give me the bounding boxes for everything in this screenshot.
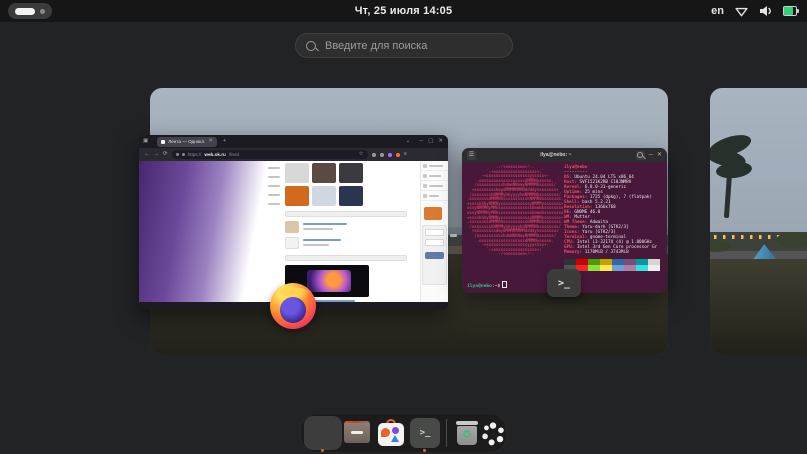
tab-title: Лента — Однокл. (168, 139, 205, 144)
url-bar: https://web.ok.ru/feed ☆ (172, 150, 368, 159)
lock-icon (182, 153, 185, 156)
firefox-window-app-icon[interactable] (270, 283, 316, 329)
firefox-nav-bar: ← → ⟳ https://web.ok.ru/feed ☆ ≡ (139, 148, 448, 161)
album-meta (303, 244, 329, 246)
firefox-view-icon: ▣ (143, 139, 148, 145)
page-gradient-panel (139, 161, 279, 302)
forward-icon: → (154, 152, 160, 158)
new-tab-icon: + (223, 139, 226, 145)
url-prefix: https:// (188, 152, 202, 157)
terminal-running-dot (423, 449, 426, 452)
back-icon: ← (144, 152, 150, 158)
search-icon (306, 41, 316, 51)
terminal-search-icon (636, 151, 645, 160)
dock-app-center-icon[interactable] (376, 418, 406, 448)
album-link (303, 239, 341, 241)
album-thumb (285, 221, 299, 233)
downloads-icon (372, 153, 376, 157)
palm-tree-silhouette (710, 128, 764, 218)
clock[interactable]: Чт, 25 июля 14:05 (0, 0, 807, 22)
keyboard-layout-indicator[interactable]: en (711, 5, 724, 17)
volume-icon (759, 5, 773, 17)
album-meta (303, 228, 333, 230)
top-bar: Чт, 25 июля 14:05 en (0, 0, 807, 22)
url-domain: web.ok.ru (204, 152, 225, 157)
dock-trash-icon[interactable]: ♻ (452, 418, 482, 448)
url-path: /feed (229, 152, 239, 157)
reload-icon: ⟳ (163, 152, 168, 158)
window-minimize-icon: ─ (419, 139, 423, 145)
photo-thumb (424, 207, 442, 220)
dock-terminal-icon[interactable]: >_ (410, 418, 440, 448)
status-area[interactable]: en (711, 0, 799, 22)
list-tabs-icon: ⌄ (406, 139, 411, 145)
account-icon (380, 153, 384, 157)
menu-icon: ≡ (404, 152, 407, 158)
search-input[interactable] (323, 39, 502, 53)
terminal-minimize-icon: ─ (649, 152, 653, 158)
workspace-thumbnail-next[interactable] (710, 88, 807, 355)
dock-show-apps-icon[interactable] (479, 420, 507, 448)
section-header (285, 255, 407, 261)
terminal-close-icon: ✕ (657, 152, 662, 158)
dock-separator (446, 419, 447, 447)
tab-favicon (161, 140, 165, 144)
wallpaper-bush (776, 232, 807, 248)
webpage-content (139, 161, 448, 302)
window-maximize-icon: ▢ (428, 139, 433, 145)
terminal-cursor (502, 281, 507, 288)
firefox-tab-bar: ▣ Лента — Однокл. ✕ + ⌄ ─ ▢ ✕ (139, 135, 448, 148)
dock-firefox-highlight (304, 416, 342, 450)
network-icon (734, 5, 749, 18)
terminal-prompt: ilya@nebo:~$ (467, 281, 507, 289)
browser-tab: Лента — Однокл. ✕ (157, 137, 217, 147)
terminal-title: ilya@nebo: ~ (480, 152, 632, 158)
form-box (422, 225, 447, 285)
terminal-color-palette (564, 259, 660, 271)
extension-orange-icon (396, 153, 400, 157)
neofetch-info: ilya@nebo --------- OSUbuntu 24.04 LTS x… (564, 165, 664, 255)
terminal-header-bar: ☰ ilya@nebo: ~ ─ ✕ (462, 148, 667, 162)
search-bar[interactable] (295, 33, 513, 58)
album-link (303, 223, 347, 225)
section-header (285, 211, 407, 217)
window-close-icon: ✕ (438, 139, 443, 145)
firefox-running-dot (321, 449, 324, 452)
album-thumb (285, 237, 299, 249)
page-side-menu (268, 167, 280, 205)
avatar-grid (285, 163, 363, 206)
shield-icon (176, 153, 179, 156)
page-right-column (420, 161, 448, 302)
wallpaper-boat (450, 234, 457, 237)
terminal-window-app-icon[interactable]: >_ (547, 269, 581, 297)
extension-purple-icon (388, 153, 392, 157)
tab-close-icon: ✕ (208, 139, 213, 145)
neofetch-info-list: OSUbuntu 24.04 LTS x86_64 HostSVF1521K2R… (564, 175, 664, 255)
bookmark-star-icon: ☆ (359, 152, 364, 158)
terminal-menu-icon: ☰ (467, 151, 476, 160)
neofetch-ubuntu-ascii: .-/+oossssoo+/-. `:+ssssssssssssssssss+:… (467, 165, 563, 257)
dock-files-icon[interactable] (342, 418, 372, 448)
battery-icon (783, 6, 799, 16)
gnome-activities-overview: Чт, 25 июля 14:05 en (0, 0, 807, 454)
wallpaper-grass (710, 259, 807, 355)
